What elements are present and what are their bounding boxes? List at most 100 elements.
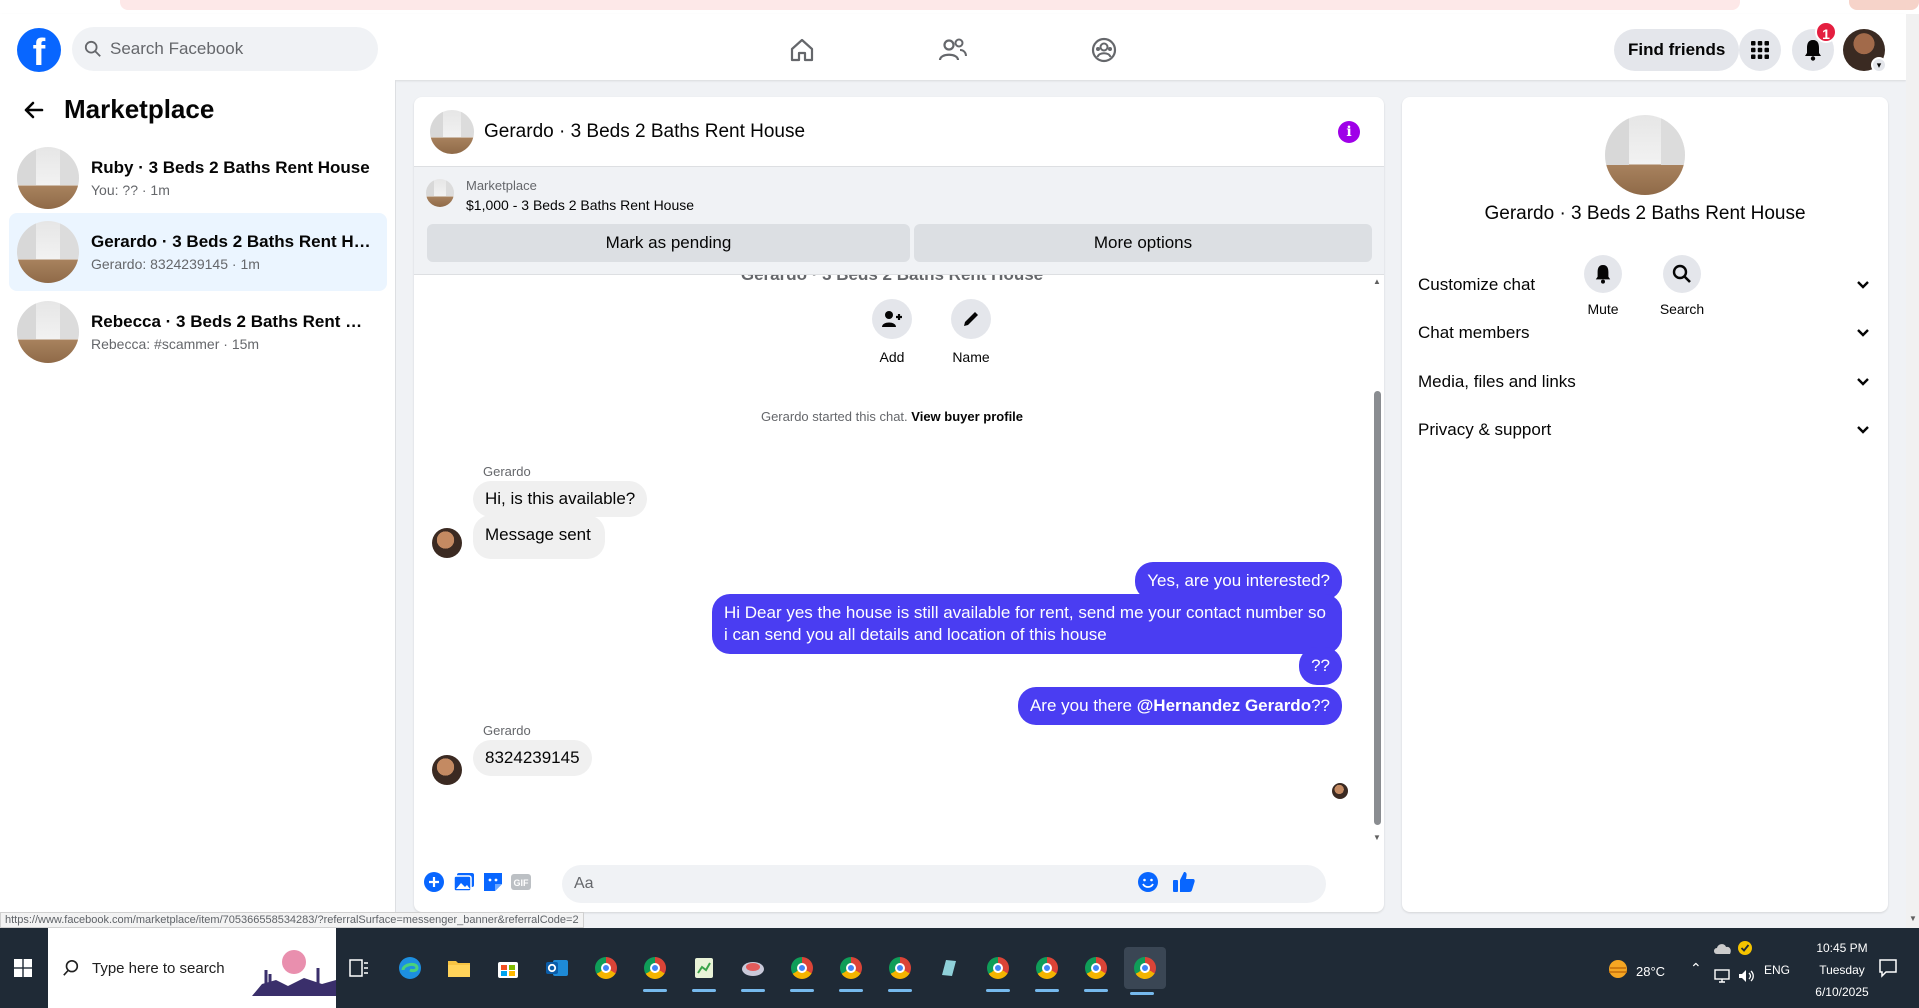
- scroll-down-arrow-icon[interactable]: ▼: [1909, 914, 1917, 923]
- name-chat-action[interactable]: Name: [931, 299, 1011, 365]
- chrome-window-icon[interactable]: [833, 950, 869, 992]
- menu-grid-icon[interactable]: [1739, 29, 1781, 71]
- gif-icon[interactable]: GIF: [508, 869, 534, 895]
- thumbs-up-icon[interactable]: [1171, 869, 1197, 895]
- message-bubble-incoming[interactable]: Hi, is this available?: [473, 481, 648, 517]
- privacy-support-section[interactable]: Privacy & support: [1418, 408, 1874, 452]
- chrome-profile-icon[interactable]: [735, 950, 771, 992]
- browser-profile-pill[interactable]: [1849, 0, 1919, 10]
- chrome-gmail-profile-icon[interactable]: [637, 950, 673, 992]
- home-icon[interactable]: [784, 32, 820, 68]
- chrome-window-icon[interactable]: [882, 950, 918, 992]
- windows-start-icon[interactable]: [0, 928, 46, 1008]
- onedrive-icon[interactable]: [1713, 942, 1733, 956]
- add-person-icon: [882, 311, 902, 327]
- search-icon: [63, 959, 79, 976]
- friends-icon[interactable]: [935, 32, 971, 68]
- chat-members-section[interactable]: Chat members: [1418, 311, 1874, 355]
- notes-app-icon[interactable]: [931, 950, 967, 986]
- file-explorer-icon[interactable]: [441, 950, 477, 986]
- conversation-item-ruby[interactable]: Ruby · 3 Beds 2 Baths Rent House You: ??…: [9, 139, 387, 217]
- svg-text:GIF: GIF: [514, 878, 530, 888]
- chat-details-title: Gerardo · 3 Beds 2 Baths Rent House: [1484, 203, 1806, 224]
- message-bubble-outgoing[interactable]: Hi Dear yes the house is still available…: [712, 594, 1342, 654]
- scroll-up-arrow-icon[interactable]: ▲: [1373, 277, 1381, 286]
- chat-panel: Gerardo · 3 Beds 2 Baths Rent House i Ma…: [414, 97, 1384, 912]
- message-bubble-incoming[interactable]: 8324239145: [473, 740, 592, 776]
- add-people-action[interactable]: Add: [852, 299, 932, 365]
- microsoft-store-icon[interactable]: [490, 950, 526, 986]
- view-buyer-profile-link[interactable]: View buyer profile: [911, 409, 1023, 424]
- chat-details-avatar[interactable]: [1605, 115, 1685, 195]
- message-bubble-outgoing[interactable]: ??: [1299, 647, 1342, 685]
- sender-avatar[interactable]: [432, 755, 462, 785]
- clock-time[interactable]: 10:45 PM: [1806, 941, 1878, 955]
- notification-badge: 1: [1815, 21, 1837, 43]
- task-view-icon[interactable]: [341, 950, 377, 986]
- clock-date[interactable]: 6/10/2025: [1806, 985, 1878, 999]
- listing-price[interactable]: $1,000 - 3 Beds 2 Baths Rent House: [466, 197, 694, 213]
- volume-icon[interactable]: [1737, 968, 1755, 984]
- taskbar-search[interactable]: Type here to search: [48, 928, 336, 1008]
- scrollbar-thumb[interactable]: [1374, 391, 1381, 825]
- message-input[interactable]: [562, 865, 1326, 903]
- groups-icon[interactable]: [1086, 32, 1122, 68]
- search-box[interactable]: [72, 27, 378, 71]
- conversation-preview: Gerardo: 8324239145 · 1m: [91, 256, 260, 272]
- spreadsheet-app-icon[interactable]: [686, 950, 722, 992]
- chrome-window-icon[interactable]: [980, 950, 1016, 992]
- temperature[interactable]: 28°C: [1636, 964, 1665, 979]
- media-files-links-section[interactable]: Media, files and links: [1418, 360, 1874, 404]
- section-label: Chat members: [1418, 323, 1530, 342]
- chevron-down-icon[interactable]: ▾: [1871, 57, 1887, 73]
- customize-chat-section[interactable]: Customize chat: [1418, 263, 1874, 307]
- chrome-window-icon[interactable]: [784, 950, 820, 992]
- network-icon[interactable]: [1713, 968, 1731, 984]
- chrome-window-icon[interactable]: [1078, 950, 1114, 992]
- plus-circle-icon[interactable]: [421, 869, 447, 895]
- find-friends-button[interactable]: Find friends: [1614, 29, 1740, 71]
- chat-avatar[interactable]: [430, 109, 474, 154]
- search-input[interactable]: [110, 39, 350, 59]
- chrome-active-window-icon[interactable]: [1124, 947, 1166, 995]
- mark-as-pending-button[interactable]: Mark as pending: [427, 224, 910, 262]
- info-icon[interactable]: i: [1338, 121, 1360, 143]
- chrome-window-icon[interactable]: [1029, 950, 1065, 992]
- listing-thumbnail[interactable]: [426, 179, 454, 207]
- conversation-item-rebecca[interactable]: Rebecca · 3 Beds 2 Baths Rent House Rebe…: [9, 293, 387, 371]
- facebook-header: f Find friends 1 ▾: [0, 14, 1906, 80]
- facebook-logo-icon[interactable]: f: [17, 28, 61, 72]
- back-arrow-icon[interactable]: [22, 98, 46, 122]
- notification-center-icon[interactable]: [1878, 958, 1898, 978]
- sender-avatar[interactable]: [432, 528, 462, 558]
- chat-intro-title: Gerardo · 3 Beds 2 Baths Rent House: [414, 275, 1370, 285]
- photo-icon[interactable]: [451, 869, 477, 895]
- tray-overflow-chevron-icon[interactable]: ⌃: [1690, 960, 1702, 977]
- pencil-icon: [964, 312, 978, 326]
- message-bubble-outgoing[interactable]: Are you there @Hernandez Gerardo??: [1017, 687, 1342, 725]
- listing-thumbnail: [17, 221, 79, 283]
- chat-scrollbar[interactable]: ▲ ▼: [1370, 275, 1384, 845]
- chrome-icon[interactable]: [588, 950, 624, 986]
- conversation-item-gerardo[interactable]: Gerardo · 3 Beds 2 Baths Rent House Gera…: [9, 213, 387, 291]
- sticker-icon[interactable]: [480, 869, 506, 895]
- outlook-icon[interactable]: [539, 950, 575, 986]
- mention-tag[interactable]: @Hernandez Gerardo: [1137, 696, 1311, 715]
- emoji-icon[interactable]: [1135, 869, 1161, 895]
- browser-address-bar[interactable]: [120, 0, 1740, 10]
- page-scrollbar[interactable]: ▼: [1906, 14, 1919, 928]
- windows-taskbar: Type here to search 28°C ⌃ ENG 10:45 PM …: [0, 928, 1919, 1008]
- clock-day[interactable]: Tuesday: [1806, 963, 1878, 977]
- sender-name: Gerardo: [483, 723, 531, 738]
- input-language[interactable]: ENG: [1764, 963, 1790, 977]
- chat-details-panel: Gerardo · 3 Beds 2 Baths Rent House Mute…: [1402, 97, 1888, 912]
- edge-browser-icon[interactable]: [392, 950, 428, 986]
- message-bubble-incoming[interactable]: Message sent: [473, 515, 605, 559]
- more-options-button[interactable]: More options: [914, 224, 1372, 262]
- conversation-title: Gerardo · 3 Beds 2 Baths Rent House: [91, 232, 371, 251]
- section-label: Customize chat: [1418, 275, 1536, 294]
- chat-title[interactable]: Gerardo · 3 Beds 2 Baths Rent House: [484, 121, 805, 143]
- chat-started-notice: Gerardo started this chat. View buyer pr…: [414, 409, 1370, 424]
- norton-icon[interactable]: [1737, 940, 1753, 956]
- scroll-down-arrow-icon[interactable]: ▼: [1373, 833, 1381, 842]
